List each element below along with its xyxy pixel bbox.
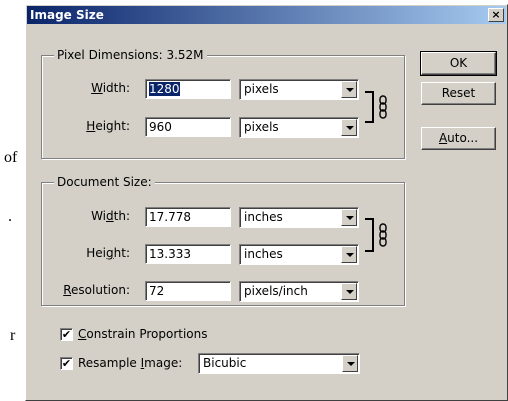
chevron-down-icon[interactable] — [341, 119, 357, 136]
background-text: . — [8, 208, 12, 225]
ok-button[interactable]: OK — [420, 51, 497, 76]
background-text: of — [4, 149, 18, 166]
resolution-unit-select[interactable]: pixels/inch — [239, 281, 359, 302]
auto-button[interactable]: Auto... — [421, 127, 496, 150]
document-width-input[interactable]: 17.778 — [145, 207, 231, 227]
dialog-title: Image Size — [30, 8, 104, 22]
pixel-height-unit-select[interactable]: pixels — [239, 117, 359, 138]
chain-link-icon — [379, 95, 387, 119]
pixel-dimensions-group: Pixel Dimensions: 3.52M — [41, 48, 405, 159]
pixel-width-label: Width: — [91, 81, 130, 95]
document-size-legend: Document Size: — [54, 175, 155, 189]
pixel-height-input[interactable]: 960 — [145, 117, 231, 137]
document-width-label: Width: — [91, 209, 130, 223]
resolution-input[interactable]: 72 — [145, 281, 231, 301]
image-size-dialog: Image Size × Pixel Dimensions: 3.52M Wid… — [25, 4, 508, 401]
close-button[interactable]: × — [488, 8, 504, 22]
resample-method-select[interactable]: Bicubic — [198, 353, 360, 374]
chevron-down-icon[interactable] — [341, 209, 357, 226]
document-height-label: Height: — [86, 246, 130, 260]
chain-link-icon — [379, 223, 387, 247]
background-text: r — [10, 327, 16, 344]
chevron-down-icon[interactable] — [341, 283, 357, 300]
pixel-width-unit-select[interactable]: pixels — [239, 79, 359, 100]
resample-image-label[interactable]: Resample Image: — [78, 356, 182, 370]
chevron-down-icon[interactable] — [341, 81, 357, 98]
pixel-width-input[interactable]: 1280 — [145, 79, 231, 99]
reset-button[interactable]: Reset — [421, 82, 496, 105]
title-bar[interactable]: Image Size × — [27, 6, 506, 24]
chevron-down-icon[interactable] — [342, 355, 358, 372]
document-height-input[interactable]: 13.333 — [145, 244, 231, 264]
resample-image-checkbox[interactable]: ✔ — [60, 357, 73, 370]
pixel-dimensions-legend: Pixel Dimensions: 3.52M — [54, 48, 207, 62]
chevron-down-icon[interactable] — [341, 246, 357, 263]
pixel-constrain-bracket — [365, 91, 374, 123]
constrain-proportions-label[interactable]: Constrain Proportions — [78, 327, 208, 341]
document-constrain-bracket — [365, 218, 374, 252]
pixel-height-label: Height: — [86, 119, 130, 133]
document-height-unit-select[interactable]: inches — [239, 244, 359, 265]
document-width-unit-select[interactable]: inches — [239, 207, 359, 228]
constrain-proportions-checkbox[interactable]: ✔ — [60, 328, 73, 341]
resolution-label: Resolution: — [63, 283, 130, 297]
